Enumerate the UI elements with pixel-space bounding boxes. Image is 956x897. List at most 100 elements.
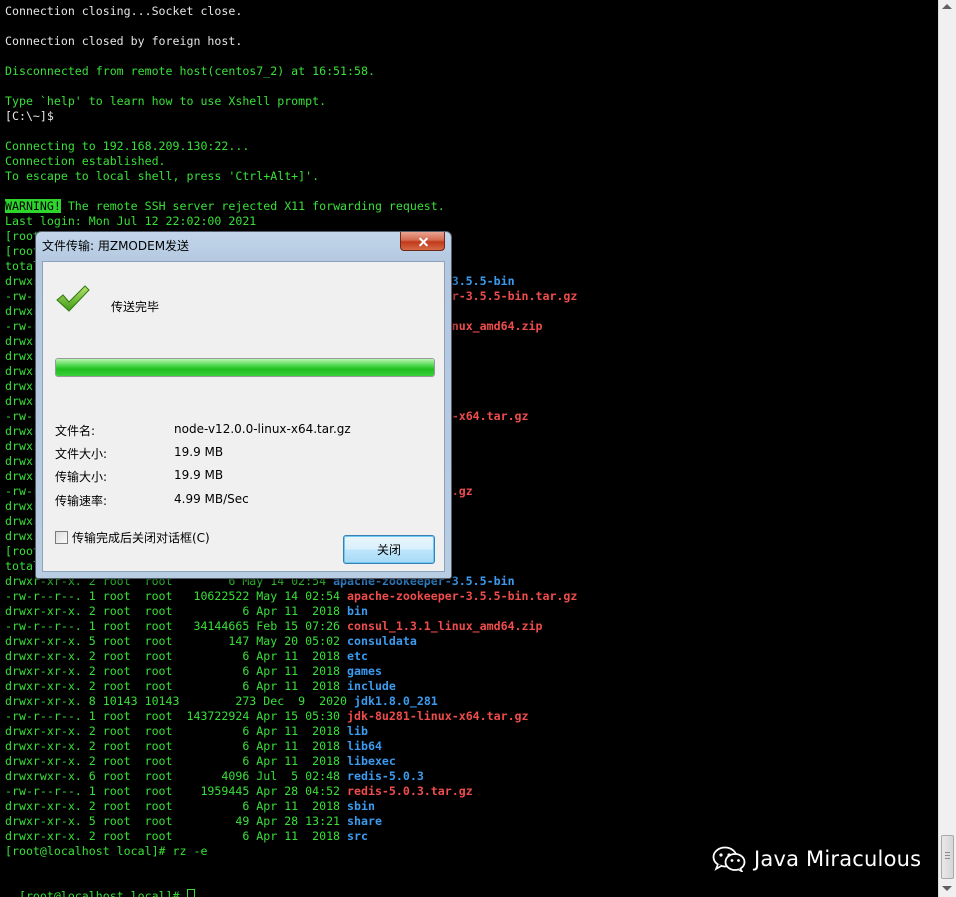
terminal-line: drwxr-xr-x. 2 root root 6 Apr 11 2018 li… [5,754,396,769]
directory-name: redis-5.0.3 [347,769,424,783]
terminal-line: Connection established. [5,154,166,169]
close-icon[interactable] [400,232,445,251]
warning-badge: WARNING! [5,199,61,213]
directory-name: bin [347,604,368,618]
terminal-line: [root@localhost local]# rz -e [5,844,207,859]
terminal-line: drwxr-xr-x. 2 root root 6 Apr 11 2018 sr… [5,829,368,844]
terminal-text: drwxr-xr-x. 2 root root 6 Apr 11 2018 [5,664,348,678]
terminal-text: drwxr-xr-x. 8 10143 10143 273 Dec 9 2020 [5,694,355,708]
terminal-line: drwxr-xr-x. 2 root root 6 Apr 11 2018 ga… [5,664,382,679]
terminal-text: The remote SSH server rejected X11 forwa… [60,199,445,213]
terminal-text: -rw-r--r--. 1 root root 143722924 Apr 15… [5,709,348,723]
terminal-prompt-line[interactable]: [root@localhost local]# [5,874,195,897]
terminal-text: [root@localhost local]# rz -e [5,844,208,858]
auto-close-checkbox[interactable]: 传输完成后关闭对话框(C) [55,529,210,546]
file-transfer-dialog[interactable]: 文件传输: 用ZMODEM发送 传送完毕 文件名: node-v12.0.0-l… [35,231,452,579]
directory-name: sbin [347,799,375,813]
terminal-line: drwxr-xr-x. 2 root root 6 Apr 11 2018 li… [5,739,382,754]
transfer-status: 传送完毕 [111,300,160,314]
terminal-text: Type `help' to learn how to use Xshell p… [5,94,327,108]
transferred-size-label: 传输大小: [55,470,108,484]
terminal-line: -rw-r--r--. 1 root root 34144665 Feb 15 … [5,619,542,634]
directory-name: games [347,664,382,678]
scrollbar-thumb[interactable] [941,835,954,879]
transfer-rate-value: 4.99 MB/Sec [174,492,249,506]
auto-close-label[interactable]: 传输完成后关闭对话框(C) [72,529,210,546]
transferred-size-value: 19.9 MB [174,468,224,482]
terminal-line: drwxr-xr-x. 5 root root 147 May 20 05:02… [5,634,417,649]
terminal-line: WARNING! The remote SSH server rejected … [5,199,445,214]
directory-name: consuldata [347,634,417,648]
terminal-line: Disconnected from remote host(centos7_2)… [5,64,375,79]
terminal-text: drwxr-xr-x. 2 root root 6 Apr 11 2018 [5,649,348,663]
dialog-body: 传送完毕 文件名: node-v12.0.0-linux-x64.tar.gz … [42,261,445,572]
terminal-text: -rw-r--r--. 1 root root 34144665 Feb 15 … [5,619,348,633]
terminal-cursor [186,889,195,897]
terminal-line: [C:\~]$ [5,109,54,124]
watermark-text: Java Miraculous [754,847,922,871]
terminal-text: drwxr-xr-x. 2 root root 6 Apr 11 2018 [5,604,348,618]
checkbox-box[interactable] [55,531,68,544]
directory-name: src [347,829,368,843]
file-size-label: 文件大小: [55,447,108,461]
terminal-line: Last login: Mon Jul 12 22:02:00 2021 [5,214,256,229]
scroll-down-arrow-icon[interactable] [942,886,952,891]
terminal-line: Connecting to 192.168.209.130:22... [5,139,249,154]
vertical-scrollbar[interactable] [938,0,956,897]
close-button[interactable]: 关闭 [343,535,435,564]
terminal-line: drwxr-xr-x. 8 10143 10143 273 Dec 9 2020… [5,694,438,709]
file-name-label: 文件名: [55,424,96,438]
directory-name: etc [347,649,368,663]
terminal-text: To escape to local shell, press 'Ctrl+Al… [5,169,320,183]
terminal-text: drwxrwxr-x. 6 root root 4096 Jul 5 02:48 [5,769,348,783]
archive-file-name: redis-5.0.3.tar.gz [347,784,473,798]
directory-name: share [347,814,382,828]
terminal-line: Connection closing...Socket close. [5,4,242,19]
terminal-line: To escape to local shell, press 'Ctrl+Al… [5,169,319,184]
terminal-text: drwxr-xr-x. 2 root root 6 Apr 11 2018 [5,679,348,693]
terminal-text: drwxr-xr-x. 2 root root 6 Apr 11 2018 [5,739,348,753]
file-name-value: node-v12.0.0-linux-x64.tar.gz [174,422,351,436]
terminal-line: -rw-r--r--. 1 root root 10622522 May 14 … [5,589,577,604]
terminal-line: drwxr-xr-x. 5 root root 49 Apr 28 13:21 … [5,814,382,829]
terminal-line: drwxr-xr-x. 2 root root 6 Apr 11 2018 sb… [5,799,375,814]
terminal-text: [C:\~]$ [5,109,54,123]
terminal-text: drwxr-xr-x. 2 root root 6 Apr 11 2018 [5,829,348,843]
terminal-text: -rw-r--r--. 1 root root 10622522 May 14 … [5,589,348,603]
terminal-line: drwxrwxr-x. 6 root root 4096 Jul 5 02:48… [5,769,424,784]
terminal-line: drwxr-xr-x. 2 root root 6 Apr 11 2018 in… [5,679,396,694]
terminal-line: Connection closed by foreign host. [5,34,242,49]
terminal-line: -rw-r--r--. 1 root root 143722924 Apr 15… [5,709,529,724]
directory-name: include [347,679,396,693]
scroll-up-arrow-icon[interactable] [942,4,952,9]
terminal-text: Connection closing...Socket close. [5,4,243,18]
directory-name: jdk1.8.0_281 [354,694,438,708]
archive-file-name: apache-zookeeper-3.5.5-bin.tar.gz [347,589,578,603]
terminal-text: drwxr-xr-x. 2 root root 6 Apr 11 2018 [5,724,348,738]
transfer-progress-fill [56,359,434,376]
archive-file-name: jdk-8u281-linux-x64.tar.gz [347,709,529,723]
terminal-line: drwxr-xr-x. 2 root root 6 Apr 11 2018 bi… [5,604,368,619]
terminal-text: drwxr-xr-x. 2 root root 6 Apr 11 2018 [5,754,348,768]
terminal-text: Connection established. [5,154,166,168]
archive-file-name: consul_1.3.1_linux_amd64.zip [347,619,543,633]
terminal-line: Type `help' to learn how to use Xshell p… [5,94,326,109]
directory-name: lib64 [347,739,382,753]
terminal-text: drwxr-xr-x. 5 root root 49 Apr 28 13:21 [5,814,348,828]
dialog-title: 文件传输: 用ZMODEM发送 [42,239,190,253]
terminal-text: drwxr-xr-x. 2 root root 6 Apr 11 2018 [5,799,348,813]
terminal-line: drwxr-xr-x. 2 root root 6 Apr 11 2018 li… [5,724,368,739]
terminal-prompt: [root@localhost local]# [18,889,187,897]
directory-name: lib [347,724,368,738]
transfer-progress-bar [55,358,435,377]
wechat-icon [712,846,746,872]
file-size-value: 19.9 MB [174,445,224,459]
terminal-line: drwxr-xr-x. 2 root root 6 Apr 11 2018 et… [5,649,368,664]
terminal-text: Connection closed by foreign host. [5,34,243,48]
watermark: Java Miraculous [712,845,921,873]
directory-name: libexec [347,754,396,768]
terminal-text: drwxr-xr-x. 5 root root 147 May 20 05:02 [5,634,348,648]
terminal-text: -rw-r--r--. 1 root root 1959445 Apr 28 0… [5,784,348,798]
terminal-text: Disconnected from remote host(centos7_2)… [5,64,375,78]
transfer-rate-label: 传输速率: [55,494,108,508]
